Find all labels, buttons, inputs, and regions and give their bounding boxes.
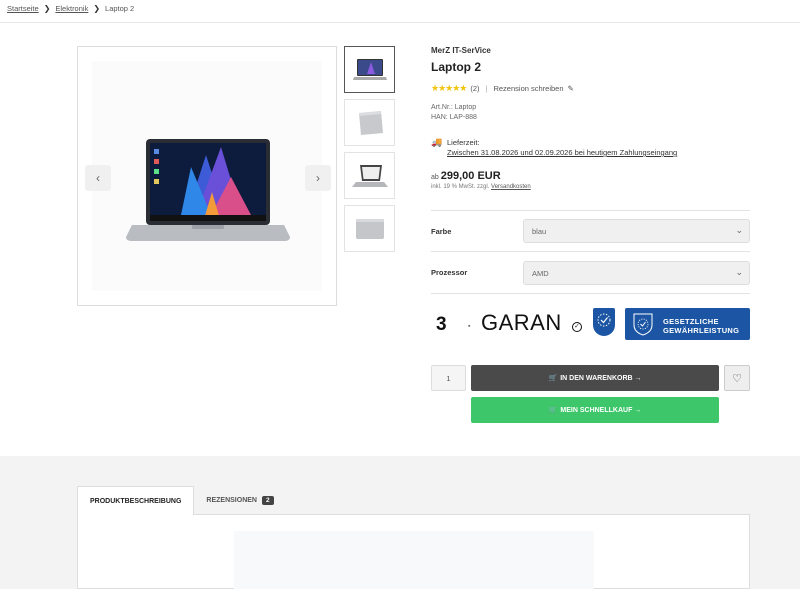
quick-buy-label: MEIN SCHNELLKAUF → (560, 406, 642, 414)
delivery-dates: Zwischen 31.08.2026 und 02.09.2026 bei h… (447, 148, 678, 157)
chevron-left-icon: ‹ (96, 171, 100, 185)
gallery-next-button[interactable]: › (305, 165, 331, 191)
truck-icon: 🚚 (431, 137, 443, 147)
product-price: 299,00 EUR (440, 170, 501, 182)
color-label: Farbe (431, 227, 452, 236)
breadcrumb-current: Laptop 2 (105, 4, 135, 13)
edit-icon: ✎ (567, 84, 574, 93)
breadcrumb-category[interactable]: Elektronik (55, 4, 88, 13)
manufacturer-name[interactable]: MerZ IT-SerVice (431, 46, 491, 55)
chevron-right-icon: › (316, 171, 320, 185)
reviews-count-badge: 2 (261, 496, 274, 505)
details-tabs: PRODUKTBESCHREIBUNG REZENSIONEN 2 (77, 486, 286, 515)
eu-shield-icon (633, 313, 653, 336)
legal-warranty-line1: GESETZLICHE (663, 317, 719, 326)
shipping-costs-link[interactable]: Versandkosten (491, 184, 531, 190)
price-row: ab 299,00 EUR (431, 170, 501, 182)
article-number: Art.Nr.: Laptop (431, 104, 477, 111)
color-select-value: blau (532, 226, 547, 236)
han-number: HAN: LAP-888 (431, 114, 477, 121)
rating-row: ★★★★★ (2) | Rezension schreiben ✎ (431, 83, 574, 94)
add-to-cart-button[interactable]: 🛒 IN DEN WARENKORB → (471, 365, 719, 391)
laptop-thumbnail-image (355, 218, 384, 239)
laptop-thumbnail-image (352, 58, 387, 80)
heart-icon: ♡ (732, 372, 742, 385)
gallery-prev-button[interactable]: ‹ (85, 165, 111, 191)
price-prefix: ab (431, 174, 439, 181)
tab-description-label: PRODUKTBESCHREIBUNG (90, 497, 182, 505)
thumbnail-4[interactable] (344, 205, 395, 252)
guarantee-badges: 3 ▪ GARAN ✓ GESETZLICHE GEWÄHRLEISTUNG (431, 308, 750, 340)
description-image (234, 531, 594, 589)
product-image-gallery: ‹ › (77, 46, 337, 306)
processor-label: Prozessor (431, 268, 468, 277)
guarantee-text: GARAN (481, 310, 562, 335)
quantity-input[interactable]: 1 (431, 365, 466, 391)
cart-icon: 🛒 (548, 375, 558, 382)
product-title: Laptop 2 (431, 60, 481, 74)
processor-select[interactable]: AMD ⌄ (523, 261, 750, 285)
tax-note: inkl. 19 % MwSt. zzgl. Versandkosten (431, 184, 531, 190)
product-meta: Art.Nr.: Laptop HAN: LAP-888 (431, 103, 477, 123)
divider (431, 251, 750, 252)
guarantee-small-icon: ▪ (468, 323, 471, 330)
chevron-down-icon: ⌄ (735, 267, 743, 277)
chevron-right-icon: ❯ (93, 4, 101, 13)
star-rating-icon: ★★★★★ (431, 83, 467, 93)
thumbnail-1[interactable] (344, 46, 395, 93)
divider: | (485, 84, 488, 93)
product-image-laptop[interactable] (126, 137, 290, 247)
breadcrumb-home[interactable]: Startseite (7, 4, 39, 13)
check-icon: ✓ (572, 322, 582, 332)
header-divider (0, 22, 800, 23)
add-to-cart-label: IN DEN WARENKORB → (560, 374, 642, 382)
laptop-thumbnail-image (358, 110, 383, 135)
tab-panel (77, 514, 750, 589)
laptop-thumbnail-image (351, 164, 388, 187)
chevron-down-icon: ⌄ (735, 225, 743, 235)
color-select[interactable]: blau ⌄ (523, 219, 750, 243)
tax-text: inkl. 19 % MwSt. zzgl. (431, 184, 490, 190)
breadcrumb: Startseite ❯ Elektronik ❯ Laptop 2 (7, 4, 134, 13)
divider (431, 210, 750, 211)
quick-buy-button[interactable]: 🛒 MEIN SCHNELLKAUF → (471, 397, 719, 423)
divider (431, 293, 750, 294)
delivery-label: Lieferzeit: (447, 138, 480, 147)
legal-warranty-badge: GESETZLICHE GEWÄHRLEISTUNG (625, 308, 750, 340)
legal-warranty-line2: GEWÄHRLEISTUNG (663, 326, 740, 335)
thumbnail-list (344, 46, 395, 258)
processor-select-value: AMD (532, 268, 549, 278)
write-review-link[interactable]: Rezension schreiben (493, 84, 563, 93)
chevron-right-icon: ❯ (43, 4, 51, 13)
tab-description[interactable]: PRODUKTBESCHREIBUNG (77, 486, 195, 515)
wishlist-button[interactable]: ♡ (724, 365, 750, 391)
tab-reviews-label: REZENSIONEN (206, 497, 257, 504)
cart-icon: 🛒 (548, 407, 558, 414)
thumbnail-2[interactable] (344, 99, 395, 146)
tab-reviews[interactable]: REZENSIONEN 2 (194, 486, 285, 515)
rating-count: (2) (470, 84, 480, 93)
thumbnail-3[interactable] (344, 152, 395, 199)
guarantee-years: 3 (436, 314, 447, 335)
eu-shield-icon (593, 308, 615, 336)
quantity-value: 1 (446, 373, 451, 383)
